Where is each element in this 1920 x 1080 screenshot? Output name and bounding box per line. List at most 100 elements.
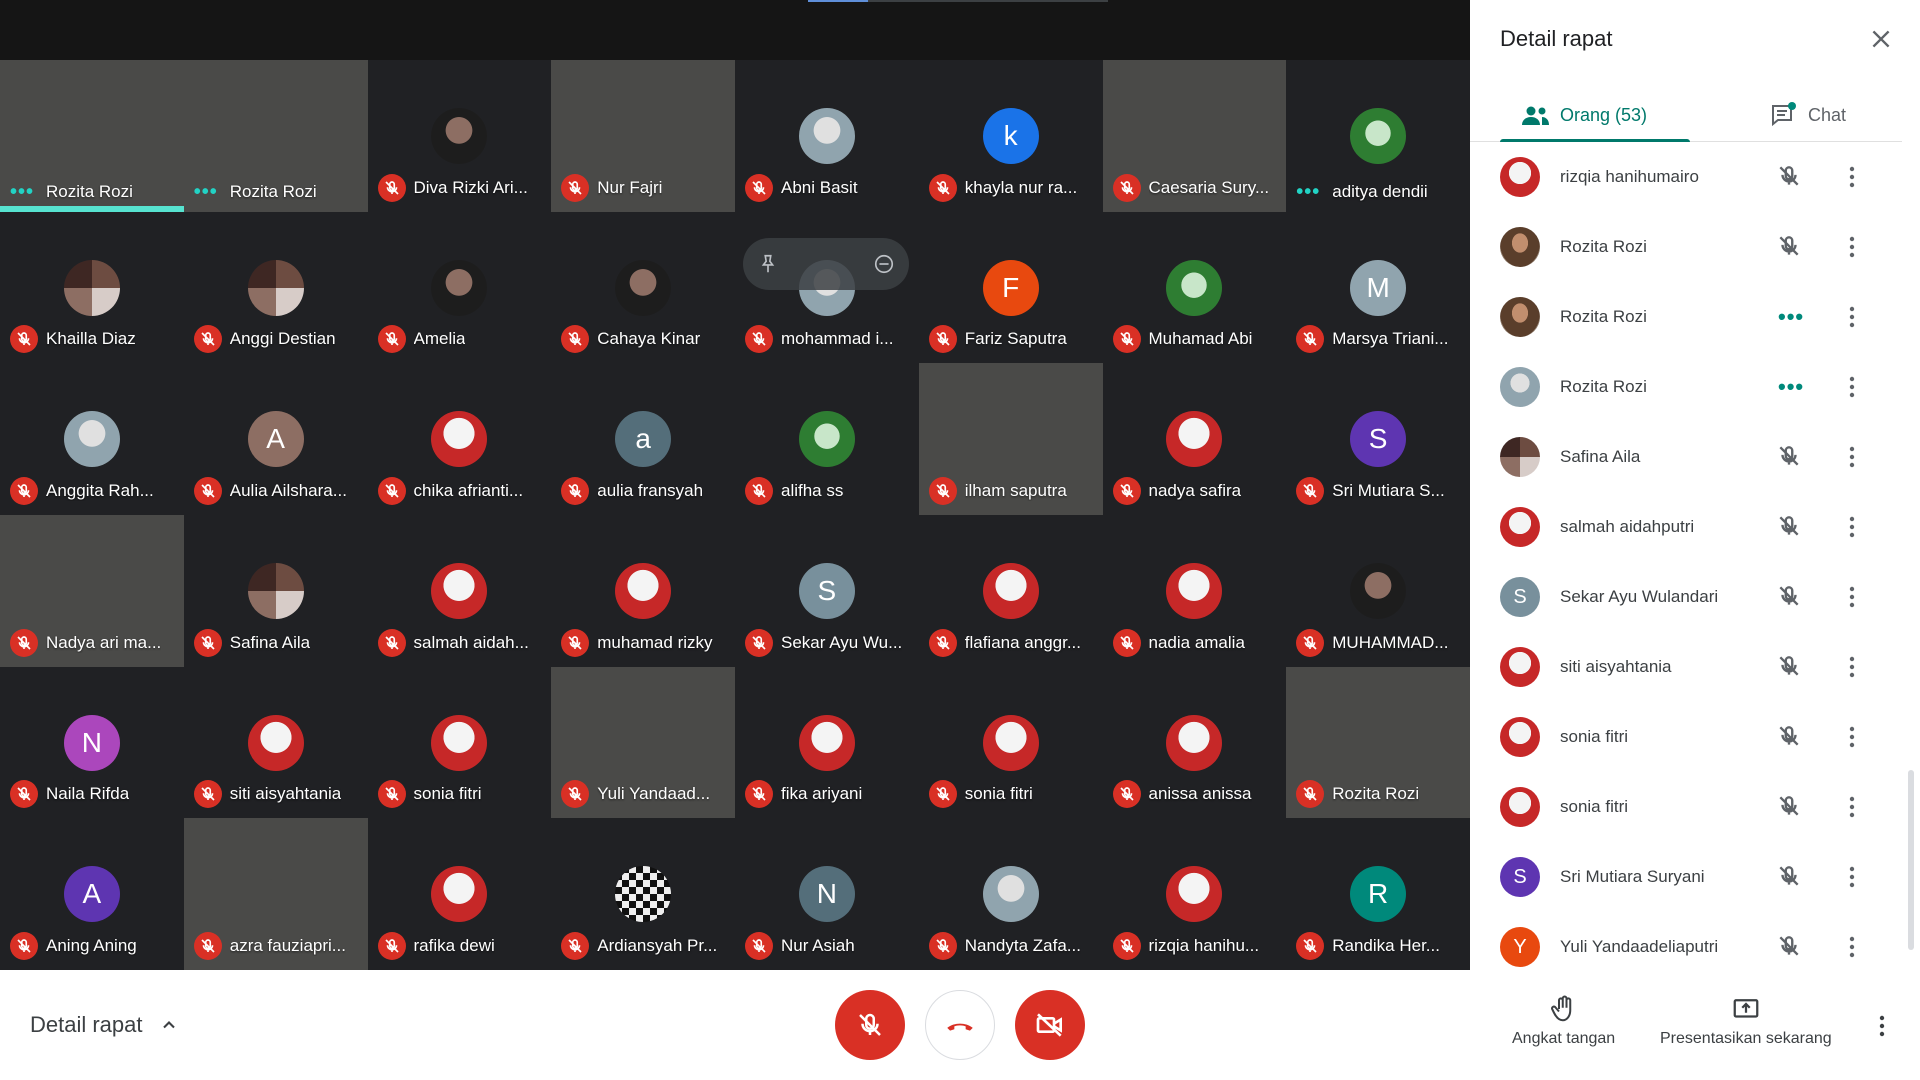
participant-tile[interactable]: Safina Aila [183, 515, 368, 667]
camera-toggle-button[interactable] [1015, 990, 1085, 1060]
participant-tile[interactable]: sonia fitri [918, 666, 1103, 819]
participant-tile[interactable]: R Randika Her... [1286, 818, 1470, 970]
list-item[interactable]: salmah aidahputri [1470, 492, 1902, 562]
participant-tile[interactable]: Diva Rizki Ari... [367, 60, 552, 212]
more-vert-icon[interactable] [1840, 303, 1864, 331]
participant-tile[interactable]: A Aning Aning [0, 818, 184, 970]
participant-tile[interactable]: k khayla nur ra... [918, 60, 1103, 212]
participant-name: nadia amalia [1148, 632, 1245, 652]
tab-chat[interactable]: Chat [1770, 88, 1846, 142]
list-item[interactable]: S Sri Mutiara Suryani [1470, 842, 1902, 912]
list-item[interactable]: Y Yuli Yandaadeliaputri [1470, 912, 1902, 970]
participant-tile[interactable]: rafika dewi [367, 818, 552, 970]
more-vert-icon[interactable] [1840, 233, 1864, 261]
participant-tile[interactable]: MUHAMMAD... [1286, 515, 1470, 667]
people-list-scrollbar[interactable] [1908, 770, 1914, 950]
more-vert-icon[interactable] [1840, 863, 1864, 891]
participant-name: aditya dendii [1332, 181, 1428, 201]
pin-icon[interactable] [757, 253, 779, 275]
list-item[interactable]: Rozita Rozi ••• [1470, 282, 1902, 352]
mic-off-icon [1776, 443, 1804, 471]
participant-tile[interactable]: a aulia fransyah [551, 363, 735, 515]
participant-tile[interactable]: salmah aidah... [367, 515, 552, 667]
list-item[interactable]: Rozita Rozi [1470, 212, 1902, 282]
participant-tile[interactable]: ••• Rozita Rozi [183, 60, 368, 212]
mic-off-icon [1776, 863, 1804, 891]
participant-tile[interactable]: Muhamad Abi [1102, 211, 1287, 364]
avatar: M [1350, 259, 1407, 316]
participant-tile[interactable]: N Naila Rifda [0, 666, 184, 819]
mic-off-icon [936, 332, 950, 346]
avatar [247, 714, 304, 771]
microphone-toggle-button[interactable] [835, 990, 905, 1060]
more-vert-icon[interactable] [1840, 513, 1864, 541]
more-vert-icon[interactable] [1840, 933, 1864, 961]
raise-hand-button[interactable]: Angkat tangan [1512, 994, 1615, 1048]
list-item[interactable]: sonia fitri [1470, 772, 1902, 842]
leave-call-button[interactable] [925, 990, 995, 1060]
participant-tile[interactable]: flafiana anggr... [918, 515, 1103, 667]
participant-tile[interactable]: Yuli Yandaad... [551, 666, 735, 819]
close-panel-button[interactable] [1868, 26, 1894, 52]
tab-people[interactable]: Orang (53) [1520, 88, 1647, 142]
list-item[interactable]: S Sekar Ayu Wulandari [1470, 562, 1902, 632]
more-vert-icon[interactable] [1840, 723, 1864, 751]
mic-off-icon [17, 635, 31, 650]
participant-label: anissa anissa [1112, 780, 1275, 809]
more-vert-icon[interactable] [1840, 583, 1864, 611]
mic-off-icon [17, 332, 31, 346]
list-item[interactable]: Safina Aila [1470, 422, 1902, 492]
participant-tile[interactable]: mohammad i... [735, 211, 919, 364]
participant-tile[interactable]: S Sekar Ayu Wu... [735, 515, 919, 667]
participant-tile[interactable]: alifha ss [735, 363, 919, 515]
more-vert-icon[interactable] [1840, 443, 1864, 471]
list-item[interactable]: Rozita Rozi ••• [1470, 352, 1902, 422]
participant-tile[interactable]: azra fauziapri... [183, 818, 368, 970]
participant-tile[interactable]: Ardiansyah Pr... [551, 818, 735, 970]
participant-tile[interactable]: anissa anissa [1102, 666, 1287, 819]
participant-tile[interactable]: F Fariz Saputra [918, 211, 1103, 364]
more-vert-icon[interactable] [1840, 653, 1864, 681]
participant-tile[interactable]: ilham saputra [918, 363, 1103, 515]
mic-off-icon [568, 635, 582, 650]
participant-tile[interactable]: Abni Basit [735, 60, 919, 212]
participant-tile[interactable]: Anggi Destian [183, 211, 368, 364]
participant-tile[interactable]: Anggita Rah... [0, 363, 184, 515]
remove-icon[interactable] [873, 253, 895, 275]
participant-tile[interactable]: Cahaya Kinar [551, 211, 735, 364]
list-item[interactable]: rizqia hanihumairo [1470, 142, 1902, 212]
more-vert-icon[interactable] [1840, 373, 1864, 401]
participant-tile[interactable]: S Sri Mutiara S... [1286, 363, 1470, 515]
participant-tile[interactable]: muhamad rizky [551, 515, 735, 667]
participant-tile[interactable]: Rozita Rozi [1286, 666, 1470, 819]
participant-tile[interactable]: Caesaria Sury... [1102, 60, 1287, 212]
list-item[interactable]: siti aisyahtania [1470, 632, 1902, 702]
participant-tile[interactable]: sonia fitri [367, 666, 552, 819]
participant-name: nadya safira [1148, 481, 1242, 500]
participant-tile[interactable]: Nandyta Zafa... [918, 818, 1103, 970]
participant-name: Ardiansyah Pr... [597, 936, 718, 955]
participant-tile[interactable]: N Nur Asiah [735, 818, 919, 970]
participant-tile[interactable]: Amelia [367, 211, 552, 364]
participant-tile[interactable]: chika afrianti... [367, 363, 552, 515]
list-item[interactable]: sonia fitri [1470, 702, 1902, 772]
participant-tile[interactable]: Nur Fajri [551, 60, 735, 212]
present-now-button[interactable]: Presentasikan sekarang [1660, 994, 1832, 1048]
more-vert-icon[interactable] [1840, 793, 1864, 821]
mic-off-badge [745, 628, 773, 657]
participant-tile[interactable]: rizqia hanihu... [1102, 818, 1287, 970]
more-options-button[interactable] [1870, 1012, 1894, 1040]
participant-tile[interactable]: siti aisyahtania [183, 666, 368, 819]
participant-tile[interactable]: ••• Rozita Rozi [0, 60, 184, 212]
dots-icon: ••• [1778, 374, 1805, 399]
participant-tile[interactable]: M Marsya Triani... [1286, 211, 1470, 364]
more-vert-icon[interactable] [1840, 163, 1864, 191]
participant-tile[interactable]: nadya safira [1102, 363, 1287, 515]
participant-tile[interactable]: Khailla Diaz [0, 211, 184, 364]
participant-tile[interactable]: ••• aditya dendii [1286, 60, 1470, 212]
meeting-details-button[interactable]: Detail rapat [30, 1012, 179, 1038]
participant-tile[interactable]: A Aulia Ailshara... [183, 363, 368, 515]
participant-tile[interactable]: nadia amalia [1102, 515, 1287, 667]
participant-tile[interactable]: fika ariyani [735, 666, 919, 819]
participant-tile[interactable]: Nadya ari ma... [0, 515, 184, 667]
